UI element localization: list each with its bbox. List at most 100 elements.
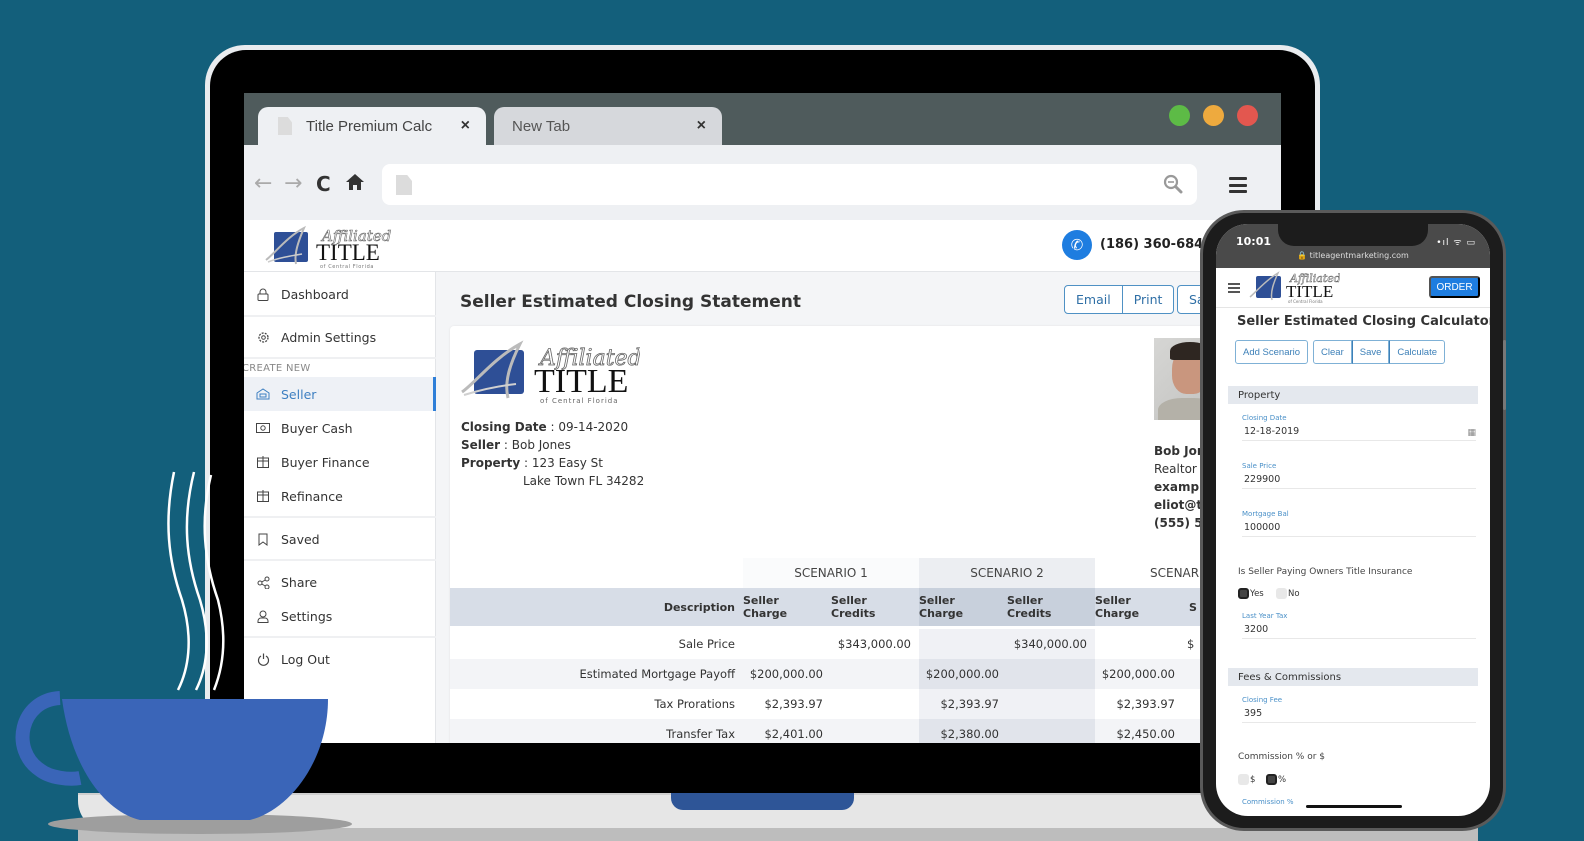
hamburger-menu-icon[interactable] <box>1228 283 1240 293</box>
order-button[interactable]: ORDER <box>1429 276 1480 298</box>
phone-number[interactable]: (186) 360-6843 <box>1100 237 1212 252</box>
address-bar[interactable] <box>382 164 1197 205</box>
commission-type-question: Commission % or $ <box>1238 752 1325 762</box>
svg-text:TITLE: TITLE <box>316 240 380 265</box>
fees-commissions-section-header: Fees & Commissions <box>1228 668 1478 686</box>
owners-title-no-radio[interactable]: No <box>1276 588 1300 599</box>
sale-price-field[interactable]: Sale Price 229900 <box>1242 462 1476 489</box>
close-icon[interactable]: × <box>697 117 706 135</box>
calculate-button[interactable]: Calculate <box>1389 340 1446 364</box>
scenario-header-row: SCENARIO 1 SCENARIO 2 SCENARIO <box>450 558 1281 588</box>
s3-charge-cell <box>1095 629 1183 659</box>
phone-action-buttons: Add Scenario Clear Save Calculate <box>1235 340 1446 364</box>
agent-avatar <box>1154 338 1204 420</box>
scenario-2-header: SCENARIO 2 <box>919 558 1095 588</box>
sidebar-item-refinance[interactable]: Refinance <box>244 479 436 513</box>
svg-text:of Central Florida: of Central Florida <box>320 264 374 270</box>
sidebar-item-label: Dashboard <box>281 286 349 302</box>
phone-url[interactable]: 🔒 titleagentmarketing.com <box>1216 251 1490 260</box>
url-input[interactable] <box>426 172 1146 197</box>
save-button[interactable]: Save <box>1351 340 1390 364</box>
clear-button[interactable]: Clear <box>1313 340 1352 364</box>
phone-page-title: Seller Estimated Closing Calculator <box>1237 314 1490 329</box>
sidebar-item-saved[interactable]: Saved <box>244 522 436 556</box>
sidebar-item-buyer-cash[interactable]: Buyer Cash <box>244 411 436 445</box>
sidebar-item-log-out[interactable]: Log Out <box>244 642 436 676</box>
s1-charge-cell: $2,401.00 <box>764 727 823 741</box>
field-value[interactable]: 395 <box>1244 708 1476 722</box>
sidebar-item-label: Buyer Cash <box>281 420 353 436</box>
app-header: Affiliated TITLE of Central Florida ✆ (1… <box>244 220 1281 272</box>
s2-charge-cell: $2,393.97 <box>919 689 1007 719</box>
seller-line: Seller : Bob Jones <box>461 438 571 452</box>
field-label: Closing Fee <box>1242 696 1283 704</box>
phone-time: 10:01 <box>1236 235 1272 248</box>
forward-arrow-icon[interactable]: → <box>284 173 302 195</box>
close-icon[interactable]: × <box>461 117 470 135</box>
tab-title-premium-calc[interactable]: Title Premium Calc × <box>258 107 486 145</box>
phone-screen: 10:01 •ıl ᯤ ▭ 🔒 titleagentmarketing.com … <box>1216 224 1490 816</box>
s1-charge-cell: $200,000.00 <box>749 667 823 681</box>
seller-value: Bob Jones <box>511 438 571 452</box>
sidebar-item-share[interactable]: Share <box>244 565 436 599</box>
radio-unchecked-icon <box>1276 588 1287 599</box>
phone-side-button <box>1503 340 1506 410</box>
s3-charge-cell: $2,393.97 <box>1116 697 1175 711</box>
field-value[interactable]: 12-18-2019 <box>1244 426 1476 440</box>
home-indicator <box>1306 805 1402 808</box>
radio-checked-icon <box>1238 588 1249 599</box>
share-icon <box>256 575 270 589</box>
property-line: Property : 123 Easy St <box>461 456 603 470</box>
maximize-window-button[interactable] <box>1169 105 1190 126</box>
mortgage-bal-field[interactable]: Mortgage Bal 100000 <box>1242 510 1476 537</box>
home-icon[interactable] <box>345 173 365 195</box>
browser-tabbar: Title Premium Calc × New Tab × <box>244 93 1281 145</box>
sidebar-item-dashboard[interactable]: Dashboard <box>244 277 436 311</box>
commission-dollar-radio[interactable]: $ <box>1238 774 1255 785</box>
brand-logo[interactable]: Affiliated TITLE of Central Florida <box>264 224 392 270</box>
refinance-icon <box>256 489 270 503</box>
radio-checked-icon <box>1266 774 1277 785</box>
s1-credit-cell <box>831 689 919 719</box>
sidebar-item-buyer-finance[interactable]: Buyer Finance <box>244 445 436 479</box>
phone-app-header: Affiliated TITLE of Central Florida ORDE… <box>1216 268 1490 308</box>
statement-meta: Closing Date : 09-14-2020 Seller : Bob J… <box>461 418 644 490</box>
table-row: Tax Prorations $2,393.97 $2,393.97 $2,39… <box>450 689 1281 719</box>
sidebar-item-label: Seller <box>281 386 317 402</box>
close-window-button[interactable] <box>1237 105 1258 126</box>
hamburger-menu-icon[interactable] <box>1229 177 1247 193</box>
phone-brand-logo[interactable]: Affiliated TITLE of Central Florida <box>1248 270 1340 304</box>
closing-fee-field[interactable]: Closing Fee 395 <box>1242 696 1476 723</box>
tab-title: New Tab <box>512 117 571 135</box>
print-button[interactable]: Print <box>1122 285 1175 314</box>
phone-status-bar: 10:01 •ıl ᯤ ▭ 🔒 titleagentmarketing.com <box>1216 224 1490 268</box>
statement-brand-logo: Affiliated TITLE of Central Florida <box>461 340 640 405</box>
commission-percent-radio[interactable]: % <box>1266 774 1286 785</box>
field-value[interactable]: 229900 <box>1244 474 1476 488</box>
table-row: Transfer Tax $2,401.00 $2,380.00 $2,450.… <box>450 719 1281 743</box>
sidebar-item-label: Settings <box>281 608 333 624</box>
reload-icon[interactable]: C <box>316 173 331 195</box>
sidebar-item-admin-settings[interactable]: Admin Settings <box>244 320 436 354</box>
row-description: Tax Prorations <box>654 697 735 711</box>
minimize-window-button[interactable] <box>1203 105 1224 126</box>
back-arrow-icon[interactable]: ← <box>254 173 272 195</box>
owners-title-yes-radio[interactable]: Yes <box>1238 588 1264 599</box>
s3-charge-cell: $2,450.00 <box>1116 727 1175 741</box>
sidebar-item-seller[interactable]: Seller <box>244 377 436 411</box>
s2-credit-cell <box>1007 719 1095 743</box>
search-icon[interactable] <box>1163 174 1183 194</box>
field-value[interactable]: 100000 <box>1244 522 1476 536</box>
tab-new-tab[interactable]: New Tab × <box>494 107 722 145</box>
email-button[interactable]: Email <box>1064 285 1123 314</box>
sidebar-item-settings[interactable]: Settings <box>244 599 436 633</box>
field-value[interactable]: 3200 <box>1244 624 1476 638</box>
phone-icon[interactable]: ✆ <box>1062 230 1092 260</box>
add-scenario-button[interactable]: Add Scenario <box>1235 340 1309 364</box>
col-header-s3-seller-charge: Seller Charge <box>1095 594 1140 620</box>
lock-icon <box>256 287 270 301</box>
app-window: Affiliated TITLE of Central Florida ✆ (1… <box>244 220 1281 743</box>
last-year-tax-field[interactable]: Last Year Tax 3200 <box>1242 612 1476 639</box>
calendar-icon[interactable]: ▦ <box>1467 428 1476 438</box>
closing-date-field[interactable]: Closing Date 12-18-2019 ▦ <box>1242 414 1476 441</box>
